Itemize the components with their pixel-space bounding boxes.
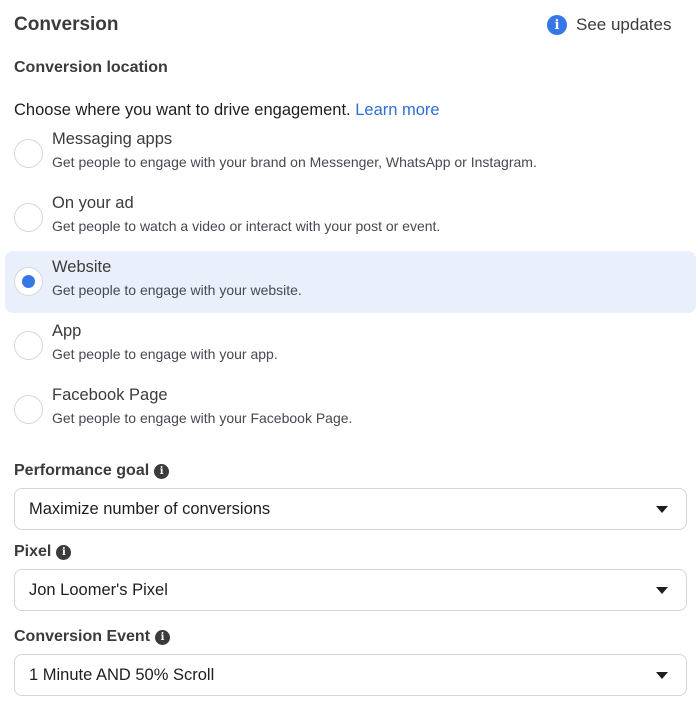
performance-goal-dropdown[interactable]: Maximize number of conversions <box>14 488 687 530</box>
see-updates-label: See updates <box>576 15 672 34</box>
conversion-location-heading: Conversion location <box>14 59 168 76</box>
performance-goal-label-text: Performance goal <box>14 462 150 479</box>
option-description: Get people to engage with your Facebook … <box>52 410 353 426</box>
caret-down-icon <box>656 587 668 594</box>
pixel-label: Pixel i <box>14 543 72 561</box>
option-description: Get people to engage with your app. <box>52 346 278 362</box>
conversion-event-label: Conversion Event i <box>14 628 171 646</box>
section-title: Conversion <box>14 14 119 35</box>
radio-button-selected[interactable] <box>14 267 43 296</box>
option-description: Get people to watch a video or interact … <box>52 218 441 234</box>
option-website[interactable]: Website Get people to engage with your w… <box>5 251 696 313</box>
conversion-event-dropdown[interactable]: 1 Minute AND 50% Scroll <box>14 654 687 696</box>
radio-button[interactable] <box>14 331 43 360</box>
conversion-event-value: 1 Minute AND 50% Scroll <box>29 666 215 684</box>
info-icon[interactable]: i <box>154 463 170 479</box>
option-label: Website <box>52 258 112 276</box>
option-facebook-page[interactable]: Facebook Page Get people to engage with … <box>5 379 696 441</box>
option-label: Messaging apps <box>52 130 173 148</box>
see-updates-button[interactable]: i See updates <box>547 15 671 35</box>
option-description: Get people to engage with your website. <box>52 282 302 298</box>
performance-goal-label: Performance goal i <box>14 462 170 480</box>
pixel-label-text: Pixel <box>14 543 52 560</box>
info-icon: i <box>547 15 567 35</box>
pixel-dropdown[interactable]: Jon Loomer's Pixel <box>14 569 687 611</box>
option-messaging-apps[interactable]: Messaging apps Get people to engage with… <box>5 123 696 185</box>
option-label: App <box>52 322 82 340</box>
option-on-your-ad[interactable]: On your ad Get people to watch a video o… <box>5 187 696 249</box>
caret-down-icon <box>656 506 668 513</box>
conversion-location-intro: Choose where you want to drive engagemen… <box>14 101 440 120</box>
radio-button[interactable] <box>14 395 43 424</box>
pixel-value: Jon Loomer's Pixel <box>29 581 168 599</box>
option-app[interactable]: App Get people to engage with your app. <box>5 315 696 377</box>
option-description: Get people to engage with your brand on … <box>52 154 537 170</box>
conversion-event-label-text: Conversion Event <box>14 628 151 645</box>
learn-more-link[interactable]: Learn more <box>355 101 439 119</box>
radio-button[interactable] <box>14 139 43 168</box>
info-icon[interactable]: i <box>155 629 171 645</box>
radio-button[interactable] <box>14 203 43 232</box>
performance-goal-value: Maximize number of conversions <box>29 500 271 518</box>
option-label: Facebook Page <box>52 386 168 404</box>
caret-down-icon <box>656 672 668 679</box>
intro-text: Choose where you want to drive engagemen… <box>14 101 356 119</box>
info-icon[interactable]: i <box>56 544 72 560</box>
section-header: Conversion i See updates <box>14 14 700 40</box>
radio-dot <box>21 274 35 288</box>
option-label: On your ad <box>52 194 134 212</box>
